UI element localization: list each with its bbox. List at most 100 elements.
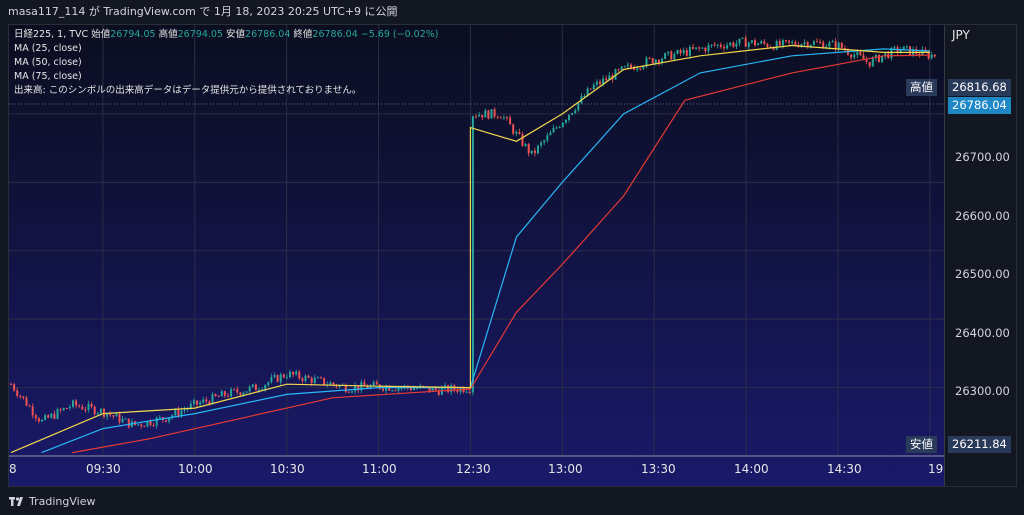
candle-body xyxy=(490,109,493,119)
candle-body xyxy=(930,54,933,59)
candle-body xyxy=(871,58,874,67)
candle-body xyxy=(568,114,570,120)
legend-ma50[interactable]: MA (50, close) xyxy=(14,56,438,70)
candle-body xyxy=(81,406,84,410)
candle-body xyxy=(692,47,694,49)
time-tick: 11:00 xyxy=(362,462,397,476)
candle-body xyxy=(636,68,639,70)
time-tick: 19 xyxy=(928,462,944,476)
price-tick: 26700.00 xyxy=(955,150,1010,164)
candle-body xyxy=(558,127,561,129)
candle-body xyxy=(62,408,65,411)
candle-body xyxy=(781,40,784,46)
candle-body xyxy=(527,143,530,154)
candle-body xyxy=(763,41,766,44)
candle-body xyxy=(701,47,704,49)
tradingview-brand[interactable]: TradingView xyxy=(9,495,95,508)
candle-body xyxy=(230,389,233,397)
candle-body xyxy=(50,413,53,418)
candle-body xyxy=(592,84,595,90)
candle-body xyxy=(552,127,555,133)
candle-body xyxy=(227,395,229,397)
price-tick: 26400.00 xyxy=(955,326,1010,340)
candle-body xyxy=(285,377,288,379)
candle-body xyxy=(564,119,567,123)
candle-body xyxy=(667,51,670,54)
candle-body xyxy=(685,50,688,56)
candle-body xyxy=(465,391,468,393)
candle-body xyxy=(509,117,512,125)
candle-body xyxy=(478,114,481,117)
candle-body xyxy=(140,424,143,427)
candle-body xyxy=(298,371,301,379)
publish-header: masa117_114 が TradingView.com で 1月 18, 2… xyxy=(0,0,1024,24)
candle-body xyxy=(837,42,840,50)
candle-body xyxy=(233,389,236,391)
legend-ma75[interactable]: MA (75, close) xyxy=(14,70,438,84)
candle-body xyxy=(59,409,62,411)
candle-body xyxy=(347,391,350,393)
candle-body xyxy=(115,413,118,417)
candle-body xyxy=(10,384,12,386)
candle-body xyxy=(273,375,276,378)
price-tick: 26500.00 xyxy=(955,267,1010,281)
candle-body xyxy=(654,59,657,64)
candle-body xyxy=(475,116,477,118)
time-tick: 12:30 xyxy=(456,462,491,476)
candle-body xyxy=(37,418,40,422)
candle-body xyxy=(44,415,47,420)
candle-body xyxy=(856,52,859,55)
candle-body xyxy=(933,54,936,57)
candle-body xyxy=(481,114,484,118)
candle-body xyxy=(626,64,629,67)
candle-body xyxy=(524,143,527,146)
candle-body xyxy=(127,418,130,428)
legend: 日経225, 1, TVC 始値26794.05 高値26794.05 安値26… xyxy=(14,28,438,98)
candle-body xyxy=(16,390,19,396)
candle-body xyxy=(853,54,856,58)
legend-close-label: 終値 xyxy=(293,29,313,40)
time-tick: 14:30 xyxy=(827,462,862,476)
candle-body xyxy=(28,405,31,407)
candle-body xyxy=(732,42,735,47)
time-tick: 10:30 xyxy=(270,462,305,476)
candle-body xyxy=(543,140,546,143)
candle-body xyxy=(90,403,93,407)
candle-body xyxy=(496,116,499,118)
candle-body xyxy=(112,415,115,417)
candle-body xyxy=(205,399,208,402)
current-price-tag: 26786.04 xyxy=(948,97,1011,114)
candle-body xyxy=(840,42,843,49)
candle-body xyxy=(803,42,806,45)
candle-body xyxy=(307,375,310,378)
candle-body xyxy=(688,47,691,56)
price-tick: 26300.00 xyxy=(955,384,1010,398)
candle-body xyxy=(93,406,96,415)
candle-body xyxy=(158,417,161,419)
candle-body xyxy=(351,391,353,393)
candle-body xyxy=(698,47,701,49)
candle-body xyxy=(375,382,378,385)
candle-body xyxy=(332,382,335,385)
candle-body xyxy=(595,81,598,85)
candle-body xyxy=(729,42,732,46)
candle-body xyxy=(648,57,651,59)
candle-body xyxy=(251,384,254,387)
candle-body xyxy=(264,384,267,390)
currency-label[interactable]: JPY xyxy=(952,28,970,42)
candle-body xyxy=(605,78,608,81)
candle-body xyxy=(816,41,818,43)
candle-body xyxy=(202,399,205,403)
candle-body xyxy=(19,395,22,397)
candle-body xyxy=(599,81,601,85)
candle-body xyxy=(276,375,279,382)
legend-volume-note: 出来高: このシンボルの出来高データはデータ提供元から提供されておりません。 xyxy=(14,85,362,96)
candle-body xyxy=(372,382,375,386)
legend-ma25[interactable]: MA (25, close) xyxy=(14,42,438,56)
candle-body xyxy=(310,377,313,383)
candle-body xyxy=(180,410,183,416)
candle-body xyxy=(267,382,270,385)
time-tick: 13:00 xyxy=(548,462,583,476)
candle-body xyxy=(65,408,68,410)
candle-body xyxy=(248,386,251,392)
